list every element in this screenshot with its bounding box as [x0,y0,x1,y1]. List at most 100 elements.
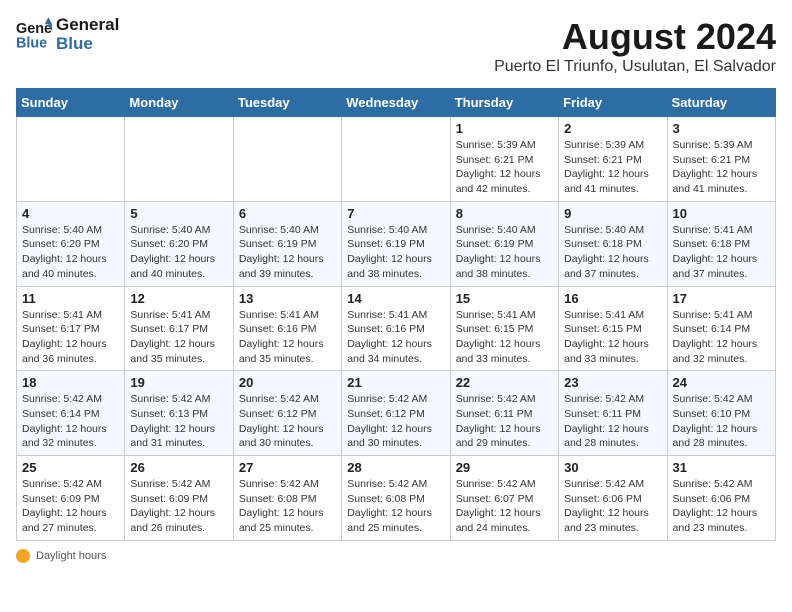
day-info: Sunrise: 5:42 AM Sunset: 6:14 PM Dayligh… [22,392,119,451]
day-info: Sunrise: 5:42 AM Sunset: 6:10 PM Dayligh… [673,392,770,451]
calendar-cell: 11Sunrise: 5:41 AM Sunset: 6:17 PM Dayli… [17,286,125,371]
day-number: 28 [347,460,444,475]
calendar-cell: 6 Sunrise: 5:40 AM Sunset: 6:19 PM Daylig… [233,201,341,286]
day-number: 6 [239,206,336,221]
calendar-cell: 2Sunrise: 5:39 AM Sunset: 6:21 PM Daylig… [559,117,667,202]
day-number: 2 [564,121,661,136]
calendar-cell: 29Sunrise: 5:42 AM Sunset: 6:07 PM Dayli… [450,456,558,541]
calendar-cell: 5 Sunrise: 5:40 AM Sunset: 6:20 PM Daylig… [125,201,233,286]
calendar-cell: 18 Sunrise: 5:42 AM Sunset: 6:14 PM Dayli… [17,371,125,456]
day-number: 20 [239,375,336,390]
day-info: Sunrise: 5:42 AM Sunset: 6:13 PM Dayligh… [130,392,227,451]
day-number: 17 [673,291,770,306]
day-number: 24 [673,375,770,390]
day-number: 29 [456,460,553,475]
column-header-tuesday: Tuesday [233,89,341,117]
calendar-cell: 10Sunrise: 5:41 AM Sunset: 6:18 PM Dayli… [667,201,775,286]
day-info: Sunrise: 5:42 AM Sunset: 6:08 PM Dayligh… [347,477,444,536]
column-header-saturday: Saturday [667,89,775,117]
day-number: 5 [130,206,227,221]
day-info: Sunrise: 5:40 AM Sunset: 6:19 PM Dayligh… [239,223,336,282]
day-number: 22 [456,375,553,390]
day-number: 10 [673,206,770,221]
daylight-label: Daylight hours [36,550,106,562]
sun-icon [16,549,30,563]
day-info: Sunrise: 5:41 AM Sunset: 6:16 PM Dayligh… [239,308,336,367]
page-header: General Blue General Blue August 2024 Pu… [16,16,776,76]
calendar-cell [342,117,450,202]
day-number: 12 [130,291,227,306]
calendar-cell: 20 Sunrise: 5:42 AM Sunset: 6:12 PM Dayli… [233,371,341,456]
day-number: 4 [22,206,119,221]
day-info: Sunrise: 5:39 AM Sunset: 6:21 PM Dayligh… [673,138,770,197]
calendar-cell: 19Sunrise: 5:42 AM Sunset: 6:13 PM Dayli… [125,371,233,456]
column-header-wednesday: Wednesday [342,89,450,117]
calendar-cell: 12 Sunrise: 5:41 AM Sunset: 6:17 PM Dayli… [125,286,233,371]
day-info: Sunrise: 5:42 AM Sunset: 6:06 PM Dayligh… [564,477,661,536]
calendar-week-row: 4 Sunrise: 5:40 AM Sunset: 6:20 PM Daylig… [17,201,776,286]
day-info: Sunrise: 5:40 AM Sunset: 6:18 PM Dayligh… [564,223,661,282]
day-info: Sunrise: 5:42 AM Sunset: 6:11 PM Dayligh… [564,392,661,451]
calendar-cell: 24 Sunrise: 5:42 AM Sunset: 6:10 PM Dayli… [667,371,775,456]
day-info: Sunrise: 5:42 AM Sunset: 6:12 PM Dayligh… [239,392,336,451]
day-number: 13 [239,291,336,306]
day-info: Sunrise: 5:42 AM Sunset: 6:12 PM Dayligh… [347,392,444,451]
month-title: August 2024 [494,16,776,58]
calendar-week-row: 1 Sunrise: 5:39 AM Sunset: 6:21 PM Daylig… [17,117,776,202]
svg-text:Blue: Blue [16,35,47,51]
day-info: Sunrise: 5:40 AM Sunset: 6:20 PM Dayligh… [22,223,119,282]
calendar-cell: 26 Sunrise: 5:42 AM Sunset: 6:09 PM Dayli… [125,456,233,541]
day-number: 27 [239,460,336,475]
calendar-week-row: 25Sunrise: 5:42 AM Sunset: 6:09 PM Dayli… [17,456,776,541]
day-info: Sunrise: 5:40 AM Sunset: 6:19 PM Dayligh… [347,223,444,282]
day-info: Sunrise: 5:42 AM Sunset: 6:09 PM Dayligh… [130,477,227,536]
calendar-cell: 14Sunrise: 5:41 AM Sunset: 6:16 PM Dayli… [342,286,450,371]
logo-line1: General [56,16,119,35]
day-info: Sunrise: 5:42 AM Sunset: 6:09 PM Dayligh… [22,477,119,536]
footer-note: Daylight hours [16,549,776,563]
calendar-cell: 21Sunrise: 5:42 AM Sunset: 6:12 PM Dayli… [342,371,450,456]
calendar-cell: 8 Sunrise: 5:40 AM Sunset: 6:19 PM Daylig… [450,201,558,286]
day-number: 16 [564,291,661,306]
day-number: 14 [347,291,444,306]
day-number: 15 [456,291,553,306]
calendar-cell [233,117,341,202]
calendar-cell: 27Sunrise: 5:42 AM Sunset: 6:08 PM Dayli… [233,456,341,541]
day-info: Sunrise: 5:41 AM Sunset: 6:14 PM Dayligh… [673,308,770,367]
day-number: 8 [456,206,553,221]
day-number: 7 [347,206,444,221]
day-info: Sunrise: 5:40 AM Sunset: 6:20 PM Dayligh… [130,223,227,282]
day-number: 9 [564,206,661,221]
day-number: 26 [130,460,227,475]
day-info: Sunrise: 5:42 AM Sunset: 6:11 PM Dayligh… [456,392,553,451]
calendar-cell: 30 Sunrise: 5:42 AM Sunset: 6:06 PM Dayli… [559,456,667,541]
calendar-cell: 13 Sunrise: 5:41 AM Sunset: 6:16 PM Dayli… [233,286,341,371]
day-number: 31 [673,460,770,475]
calendar-cell: 17 Sunrise: 5:41 AM Sunset: 6:14 PM Dayli… [667,286,775,371]
calendar-cell: 16 Sunrise: 5:41 AM Sunset: 6:15 PM Dayli… [559,286,667,371]
day-info: Sunrise: 5:41 AM Sunset: 6:17 PM Dayligh… [130,308,227,367]
day-info: Sunrise: 5:40 AM Sunset: 6:19 PM Dayligh… [456,223,553,282]
calendar-cell [125,117,233,202]
logo-icon: General Blue [16,17,52,53]
logo-line2: Blue [56,35,119,54]
day-number: 30 [564,460,661,475]
day-number: 3 [673,121,770,136]
day-number: 1 [456,121,553,136]
calendar-cell: 1Sunrise: 5:39 AM Sunset: 6:21 PM Daylig… [450,117,558,202]
column-header-thursday: Thursday [450,89,558,117]
calendar-cell: 7 Sunrise: 5:40 AM Sunset: 6:19 PM Daylig… [342,201,450,286]
day-info: Sunrise: 5:41 AM Sunset: 6:15 PM Dayligh… [456,308,553,367]
calendar-table: SundayMondayTuesdayWednesdayThursdayFrid… [16,88,776,541]
column-header-friday: Friday [559,89,667,117]
calendar-week-row: 11Sunrise: 5:41 AM Sunset: 6:17 PM Dayli… [17,286,776,371]
calendar-cell: 22 Sunrise: 5:42 AM Sunset: 6:11 PM Dayli… [450,371,558,456]
calendar-cell: 4 Sunrise: 5:40 AM Sunset: 6:20 PM Daylig… [17,201,125,286]
location-title: Puerto El Triunfo, Usulutan, El Salvador [494,58,776,76]
day-info: Sunrise: 5:41 AM Sunset: 6:15 PM Dayligh… [564,308,661,367]
day-number: 23 [564,375,661,390]
day-number: 18 [22,375,119,390]
calendar-cell: 31Sunrise: 5:42 AM Sunset: 6:06 PM Dayli… [667,456,775,541]
column-header-sunday: Sunday [17,89,125,117]
calendar-cell: 28 Sunrise: 5:42 AM Sunset: 6:08 PM Dayli… [342,456,450,541]
